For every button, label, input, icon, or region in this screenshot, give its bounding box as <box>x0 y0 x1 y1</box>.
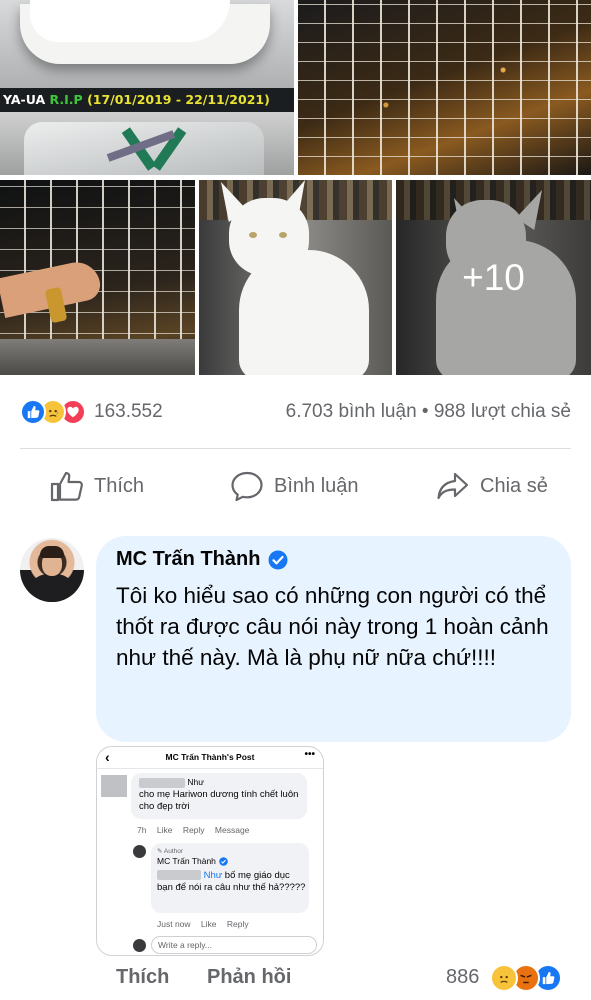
thumbs-up-icon <box>50 471 83 502</box>
share-button-label: Chia sẻ <box>480 474 548 497</box>
verified-badge-icon <box>268 550 288 569</box>
memorial-photo-top <box>0 0 294 88</box>
comment-text: Tôi ko hiểu sao có những con người có th… <box>116 583 549 670</box>
more-photos-count: +10 <box>462 256 525 298</box>
comment-reply-button[interactable]: Phản hồi <box>207 966 291 989</box>
embed-first-comment: Như cho mẹ Hariwon dương tính chết luôn … <box>131 773 307 819</box>
comment-count-link[interactable]: 6.703 bình luận <box>286 401 417 422</box>
cat-eye <box>249 232 257 238</box>
reply-mention: Như <box>203 870 223 881</box>
memorial-dates: (17/01/2019 - 22/11/2021) <box>87 92 270 107</box>
balcony-net <box>298 0 591 175</box>
author-tag-label: Author <box>163 848 184 855</box>
comment-bubble: MC Trấn Thành Tôi ko hiểu sao có những c… <box>96 536 571 742</box>
gift-bag <box>24 122 264 175</box>
embed-reply-meta: Just now Like Reply <box>157 919 257 929</box>
embed-first-comment-meta: 7h Like Reply Message <box>137 825 257 835</box>
author-tag: ✎ Author <box>157 848 184 855</box>
post-stats: 6.703 bình luận • 988 lượt chia sẻ <box>286 396 571 428</box>
author-avatar <box>133 845 146 858</box>
embed-reply-input: Write a reply... <box>151 936 317 954</box>
reaction-count: 163.552 <box>94 401 163 422</box>
embed-title: MC Trấn Thành's Post <box>165 752 255 762</box>
like-button-label: Thích <box>94 474 145 497</box>
stats-separator: • <box>421 401 429 422</box>
like-icon <box>20 399 46 425</box>
hand-balcony-photo[interactable] <box>0 180 195 375</box>
memorial-rip: R.I.P <box>49 92 83 107</box>
viewer-avatar <box>133 939 146 952</box>
balcony-city-photo[interactable] <box>298 0 591 175</box>
redacted-name <box>139 777 185 788</box>
comment-button[interactable]: Bình luận <box>230 466 359 506</box>
white-cat-photo[interactable] <box>199 180 392 375</box>
visible-name: Như <box>187 777 204 787</box>
cat-head <box>229 198 309 276</box>
commenter-avatar[interactable] <box>20 538 84 602</box>
more-photos-tile[interactable]: +10 <box>396 180 591 375</box>
reply-time: Just now <box>157 919 191 929</box>
embed-reply-text: Như bố mẹ giáo dục bạn để nói ra câu như… <box>157 870 307 894</box>
divider <box>20 448 571 449</box>
ledge <box>0 339 195 375</box>
memorial-cat-name: YA-UA <box>3 92 46 107</box>
embed-first-comment-name: Như <box>139 777 204 788</box>
cat-eye <box>279 232 287 238</box>
like-button[interactable]: Thích <box>50 466 144 506</box>
avatar-suit <box>28 574 76 602</box>
embed-reply-author-name: MC Trấn Thành <box>157 856 216 866</box>
share-count-link[interactable]: 988 lượt chia sẻ <box>434 401 571 422</box>
comment-like-button[interactable]: Thích <box>116 966 169 989</box>
verified-badge-icon <box>219 856 228 866</box>
comment-author[interactable]: MC Trấn Thành <box>116 548 288 571</box>
memorial-caption: YA-UA R.I.P (17/01/2019 - 22/11/2021) <box>0 90 294 110</box>
comment-like-link: Like <box>156 825 173 835</box>
redacted-avatar <box>101 775 127 797</box>
embed-reply-author: MC Trấn Thành <box>157 856 228 866</box>
comment-reactions[interactable] <box>490 964 562 992</box>
reactions-summary[interactable]: 163.552 <box>20 396 163 428</box>
share-button[interactable]: Chia sẻ <box>436 466 548 506</box>
more-options-icon: ••• <box>304 749 315 760</box>
comment-button-label: Bình luận <box>274 474 359 497</box>
redacted-name <box>157 870 201 881</box>
memorial-photo[interactable]: YA-UA R.I.P (17/01/2019 - 22/11/2021) <box>0 0 294 175</box>
sad-icon <box>490 964 518 992</box>
comment-time: 7h <box>137 825 147 835</box>
embed-reply: ✎ Author MC Trấn Thành Như bố mẹ giáo dụ… <box>151 843 309 913</box>
avatar-hair <box>40 546 64 558</box>
reply-like-link: Like <box>200 919 217 929</box>
comment-bubble-icon <box>231 471 263 502</box>
memorial-cat-figure <box>30 0 230 42</box>
attached-screenshot[interactable]: ‹ MC Trấn Thành's Post ••• Như cho mẹ Ha… <box>96 746 324 956</box>
comment-author-name: MC Trấn Thành <box>116 548 261 570</box>
comment-reply-link: Reply <box>182 825 205 835</box>
gift-bag-photo <box>0 112 294 175</box>
share-arrow-icon <box>437 472 469 500</box>
embed-first-comment-text: cho mẹ Hariwon dương tính chết luôn cho … <box>139 789 299 812</box>
embed-header: ‹ MC Trấn Thành's Post ••• <box>97 747 323 769</box>
reply-reply-link: Reply <box>226 919 249 929</box>
comment-message-link: Message <box>214 825 250 835</box>
comment-reaction-count[interactable]: 886 <box>446 966 479 989</box>
